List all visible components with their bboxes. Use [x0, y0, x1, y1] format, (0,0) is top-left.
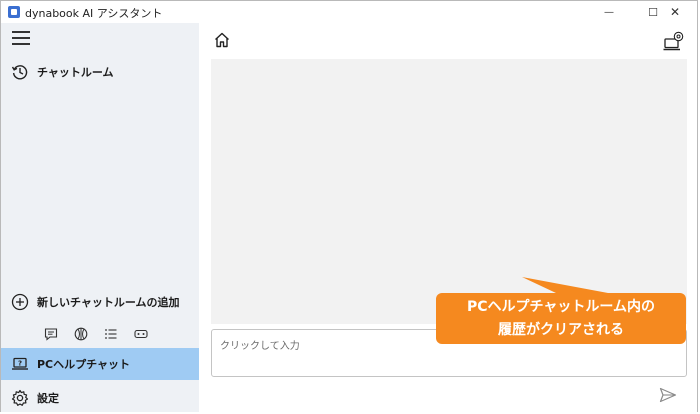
home-icon[interactable]	[213, 31, 231, 53]
sports-ball-icon[interactable]	[73, 326, 89, 342]
sidebar-item-label: PCヘルプチャット	[37, 358, 131, 371]
chat-bubble-icon[interactable]	[43, 326, 59, 342]
sidebar-item-label: チャットルーム	[37, 66, 114, 79]
title-bar: dynabook AI アシスタント — ☐ ✕	[1, 1, 697, 23]
minimize-icon: —	[604, 6, 614, 18]
sidebar-item-label: 設定	[37, 392, 59, 405]
sidebar-item-pc-help-chat[interactable]: ? PCヘルプチャット	[1, 348, 199, 380]
history-icon	[11, 63, 29, 81]
window-title: dynabook AI アシスタント	[25, 7, 163, 20]
close-icon: ✕	[669, 5, 681, 19]
sidebar-item-chat-room[interactable]: チャットルーム	[1, 61, 199, 83]
main-pane: クリックして入力	[199, 23, 697, 412]
callout-line-2: 履歴がクリアされる	[498, 322, 624, 338]
callout-line-1: PCヘルプチャットルーム内の	[467, 299, 655, 315]
sidebar-item-label: 新しいチャットルームの追加	[37, 296, 180, 309]
sidebar-item-settings[interactable]: 設定	[1, 387, 199, 409]
close-button[interactable]: ✕	[653, 1, 697, 23]
app-logo-icon	[8, 6, 20, 18]
message-input-placeholder: クリックして入力	[220, 341, 300, 352]
minimize-button[interactable]: —	[587, 1, 631, 23]
list-icon[interactable]	[103, 326, 119, 342]
game-controller-icon[interactable]	[133, 326, 149, 342]
laptop-gear-icon[interactable]	[663, 31, 685, 57]
chat-room-type-icons	[43, 326, 149, 342]
hamburger-icon[interactable]	[12, 31, 30, 45]
laptop-help-icon: ?	[11, 355, 29, 373]
svg-text:?: ?	[18, 360, 22, 368]
send-icon[interactable]	[659, 387, 677, 407]
plus-circle-icon	[11, 293, 29, 311]
app-window: dynabook AI アシスタント — ☐ ✕ チャットルーム 新しいチャット…	[0, 0, 698, 412]
gear-icon	[11, 389, 29, 407]
callout-annotation: PCヘルプチャットルーム内の 履歴がクリアされる	[436, 293, 686, 344]
chat-history-area	[211, 59, 687, 324]
add-chat-room-button[interactable]: 新しいチャットルームの追加	[1, 291, 199, 313]
sidebar: チャットルーム 新しいチャットルームの追加 ? PCヘルプチャット 設定	[1, 23, 199, 412]
